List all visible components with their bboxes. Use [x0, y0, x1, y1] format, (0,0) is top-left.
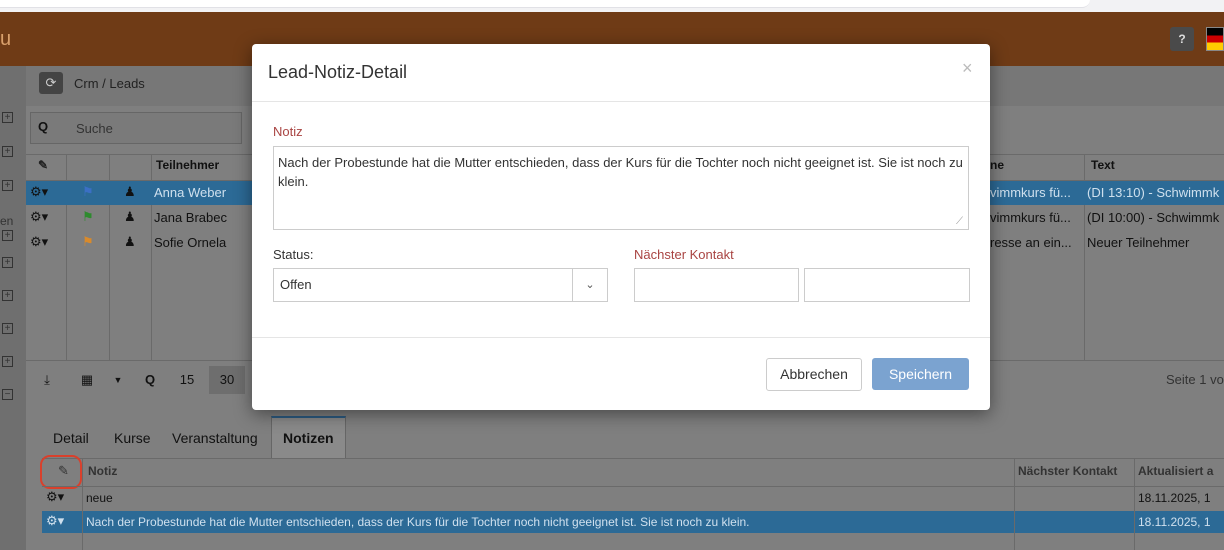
browser-top-strip — [0, 0, 1224, 12]
row-teilnehmer: Anna Weber — [154, 185, 227, 200]
cancel-button[interactable]: Abbrechen — [766, 358, 862, 391]
modal-footer-divider — [252, 337, 990, 338]
search-placeholder: Suche — [76, 121, 113, 136]
tab-kurse[interactable]: Kurse — [114, 430, 151, 446]
expand-icon[interactable]: + — [2, 257, 13, 268]
row-name: resse an ein... — [990, 235, 1072, 250]
table-row[interactable]: ⚙▾ Nach der Probestunde hat die Mutter e… — [42, 511, 1224, 533]
person-icon: ♟ — [124, 184, 136, 199]
left-tree-nav — [0, 66, 26, 550]
expand-icon[interactable]: + — [2, 230, 13, 241]
person-icon: ♟ — [124, 234, 136, 249]
gear-icon[interactable]: ⚙▾ — [30, 234, 48, 250]
notes-col-line — [82, 458, 83, 550]
row-teilnehmer: Jana Brabec — [154, 210, 227, 225]
search-icon[interactable]: Q — [140, 366, 160, 394]
naechster-kontakt-date-input[interactable] — [634, 268, 799, 302]
page-indicator: Seite 1 vo — [1166, 372, 1224, 387]
expand-icon[interactable]: + — [2, 323, 13, 334]
breadcrumb: Crm / Leads — [74, 76, 145, 91]
expand-icon[interactable]: + — [2, 112, 13, 123]
notiz-label: Notiz — [273, 124, 303, 139]
flag-icon: ⚑ — [82, 209, 94, 224]
status-select[interactable] — [273, 268, 608, 302]
search-input[interactable] — [30, 112, 242, 144]
note-text: neue — [86, 491, 113, 505]
note-updated: 18.11.2025, 1 — [1138, 515, 1211, 529]
save-button[interactable]: Speichern — [872, 358, 969, 390]
naechster-kontakt-time-input[interactable] — [804, 268, 970, 302]
row-name: vimmkurs fü... — [990, 185, 1071, 200]
grid-header-teilnehmer[interactable]: Teilnehmer — [156, 158, 219, 172]
grid-header-text[interactable]: Text — [1091, 158, 1115, 172]
notes-col-line — [1014, 458, 1015, 550]
modal-title: Lead-Notiz-Detail — [268, 62, 408, 82]
flag-icon: ⚑ — [82, 184, 94, 199]
expand-icon[interactable]: + — [2, 356, 13, 367]
gear-icon[interactable]: ⚙▾ — [46, 489, 64, 505]
expand-icon[interactable]: + — [2, 290, 13, 301]
tab-border — [42, 458, 1224, 459]
flag-icon: ⚑ — [82, 234, 94, 249]
notes-header-row: ✎ Notiz Nächster Kontakt Aktualisiert a — [42, 460, 1224, 482]
table-row[interactable]: ⚙▾ neue 18.11.2025, 1 — [42, 487, 1224, 509]
notiz-textarea[interactable]: Nach der Probestunde hat die Mutter ents… — [273, 146, 969, 230]
download-icon[interactable]: ⤓ — [36, 366, 58, 394]
language-flag-icon[interactable] — [1206, 27, 1224, 51]
chevron-down-icon[interactable]: ▼ — [110, 366, 126, 394]
status-label: Status: — [273, 247, 314, 262]
grid-header-name[interactable]: ne — [990, 158, 1004, 172]
notes-header-aktualisiert[interactable]: Aktualisiert a — [1138, 464, 1213, 478]
lead-note-modal: Lead-Notiz-Detail × Notiz Nach der Probe… — [252, 44, 990, 410]
page-size-30[interactable]: 30 — [209, 366, 245, 394]
notes-header-notiz[interactable]: Notiz — [88, 464, 117, 478]
collapse-icon[interactable]: − — [2, 389, 13, 400]
expand-icon[interactable]: + — [2, 180, 13, 191]
page-size-15[interactable]: 15 — [170, 366, 204, 394]
expand-icon[interactable]: + — [2, 146, 13, 157]
address-bar — [0, 0, 1090, 8]
row-teilnehmer: Sofie Ornela — [154, 235, 227, 250]
tab-detail[interactable]: Detail — [53, 430, 89, 446]
edit-highlight-ring[interactable] — [40, 455, 82, 489]
resize-handle-icon[interactable]: ⟋ — [956, 216, 963, 227]
close-icon[interactable]: × — [962, 58, 973, 79]
grid-edit-icon[interactable]: ✎ — [38, 158, 48, 172]
gear-icon[interactable]: ⚙▾ — [30, 209, 48, 225]
row-text: (DI 10:00) - Schwimmk — [1087, 210, 1220, 225]
notes-header-naechster-kontakt[interactable]: Nächster Kontakt — [1018, 464, 1117, 478]
columns-icon[interactable]: ▦ — [74, 366, 100, 394]
notes-col-line — [1134, 458, 1135, 550]
tab-veranstaltung[interactable]: Veranstaltung — [172, 430, 258, 446]
note-text: Nach der Probestunde hat die Mutter ents… — [86, 515, 750, 529]
tree-label: en — [0, 214, 14, 228]
gear-icon[interactable]: ⚙▾ — [46, 513, 64, 529]
app-brand: u — [0, 28, 12, 50]
refresh-icon[interactable]: ⟳ — [39, 72, 63, 94]
chevron-down-icon[interactable]: ⌄ — [572, 269, 607, 301]
note-updated: 18.11.2025, 1 — [1138, 491, 1211, 505]
search-icon: Q — [38, 119, 49, 134]
gear-icon[interactable]: ⚙▾ — [30, 184, 48, 200]
tab-notizen[interactable]: Notizen — [283, 430, 334, 446]
naechster-kontakt-label: Nächster Kontakt — [634, 247, 734, 262]
row-text: (DI 13:10) - Schwimmk — [1087, 185, 1220, 200]
row-text: Neuer Teilnehmer — [1087, 235, 1190, 250]
status-value: Offen — [280, 277, 312, 292]
person-icon: ♟ — [124, 209, 136, 224]
row-name: vimmkurs fü... — [990, 210, 1071, 225]
help-button[interactable]: ? — [1170, 27, 1194, 51]
